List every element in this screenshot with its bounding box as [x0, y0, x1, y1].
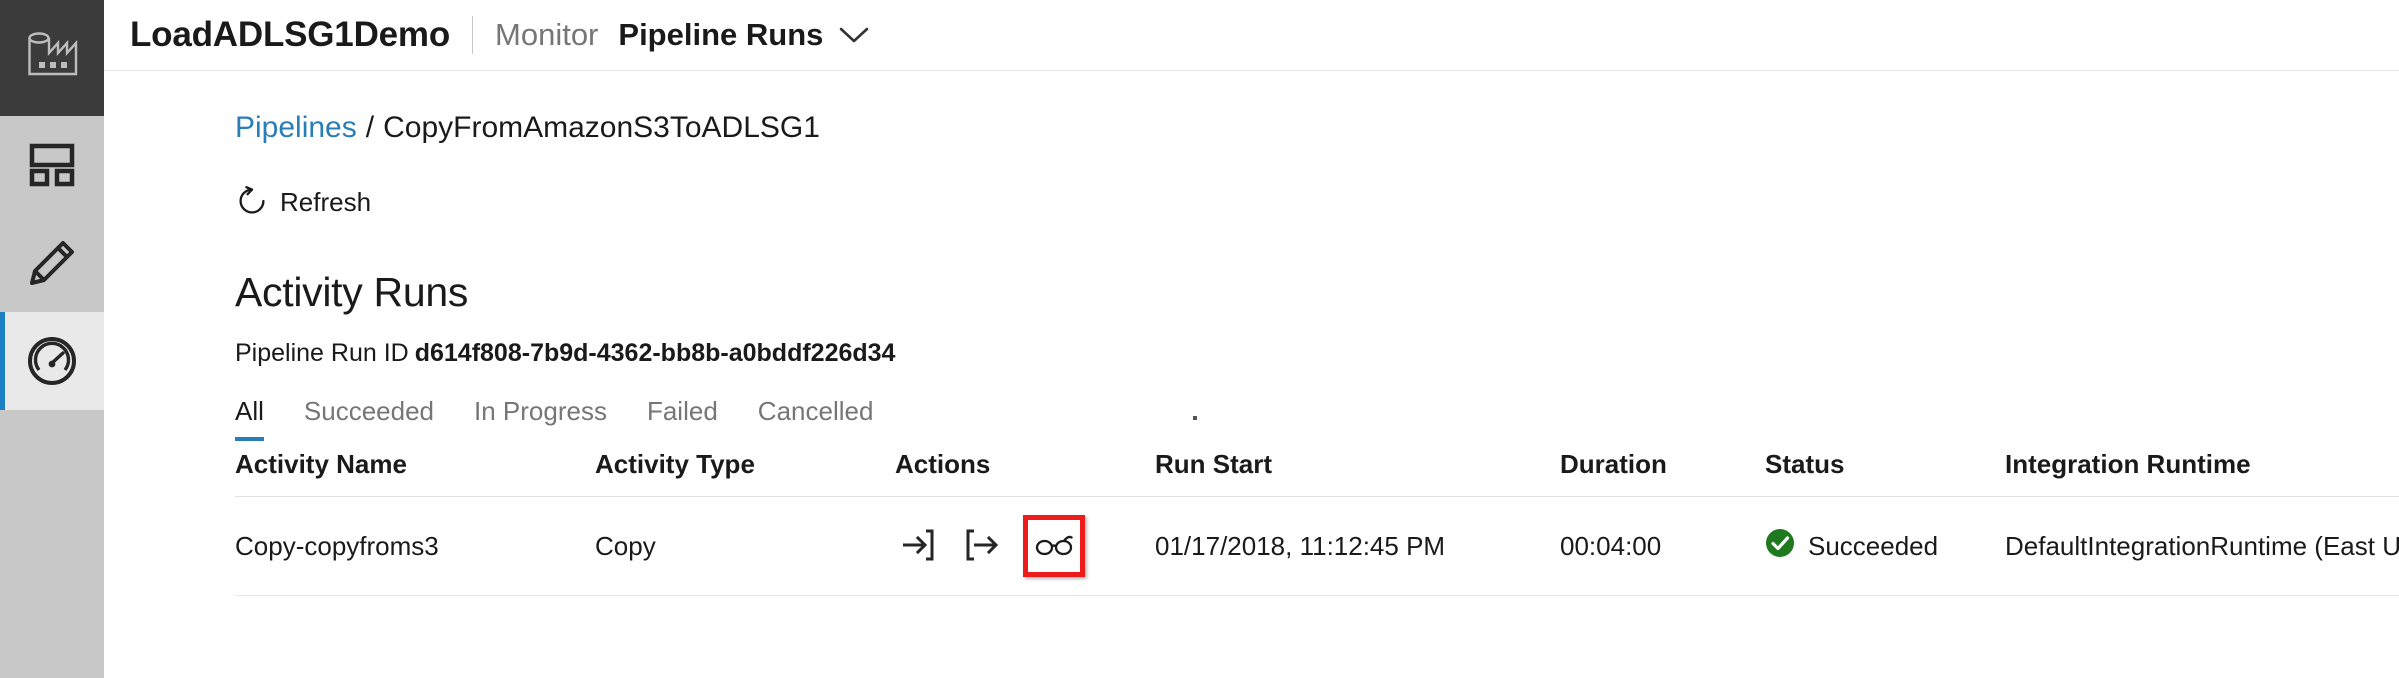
cell-status: Succeeded: [1765, 496, 2005, 596]
output-action-button[interactable]: [959, 523, 1005, 569]
refresh-button[interactable]: Refresh: [235, 182, 377, 223]
check-circle-icon: [1765, 528, 1795, 565]
column-header-run-start[interactable]: Run Start: [1155, 449, 1560, 497]
refresh-label: Refresh: [280, 187, 372, 217]
sidebar-filler: [0, 410, 104, 678]
breadcrumb-separator: /: [365, 111, 375, 144]
dashboard-icon: [27, 143, 77, 187]
toolbar: Refresh: [235, 182, 2399, 223]
sidebar-item-author[interactable]: [0, 214, 104, 312]
content-area: Pipelines / CopyFromAmazonS3ToADLSG1 Refre…: [104, 71, 2399, 678]
pencil-icon: [27, 238, 77, 288]
details-action-button[interactable]: [1023, 515, 1085, 577]
cursor-artifact: [1193, 416, 1197, 420]
table-row[interactable]: Copy-copyfroms3 Copy 01/17/2018, 11:12:4…: [235, 496, 2399, 596]
breadcrumb-current: CopyFromAmazonS3ToADLSG1: [383, 111, 820, 144]
factory-icon: [24, 30, 80, 87]
column-header-activity-name[interactable]: Activity Name: [235, 449, 595, 497]
input-action-button[interactable]: [895, 523, 941, 569]
cell-run-start: 01/17/2018, 11:12:45 PM: [1155, 496, 1560, 596]
status-label: Succeeded: [1808, 530, 1939, 561]
refresh-icon: [237, 186, 267, 219]
cell-actions: [895, 496, 1155, 596]
pipeline-run-id: Pipeline Run ID d614f808-7b9d-4362-bb8b-a…: [235, 339, 2399, 368]
output-icon: [965, 529, 999, 564]
app-root: LoadADLSG1Demo Monitor Pipeline Runs Pip…: [0, 0, 2399, 678]
table-header-row: Activity Name Activity Type Actions Run …: [235, 449, 2399, 497]
tab-in-progress[interactable]: In Progress: [474, 396, 607, 441]
cell-activity-name: Copy-copyfroms3: [235, 496, 595, 596]
pipeline-run-id-value: d614f808-7b9d-4362-bb8b-a0bddf226d34: [414, 339, 896, 367]
status-badge: Succeeded: [1765, 528, 2005, 565]
cell-duration: 00:04:00: [1560, 496, 1765, 596]
sidebar-logo: [0, 0, 104, 116]
cell-activity-type: Copy: [595, 496, 895, 596]
column-header-integration-runtime[interactable]: Integration Runtime: [2005, 449, 2399, 497]
cell-integration-runtime: DefaultIntegrationRuntime (East US 2): [2005, 496, 2399, 596]
column-header-actions[interactable]: Actions: [895, 449, 1155, 497]
actions-group: [895, 515, 1155, 577]
column-header-activity-type[interactable]: Activity Type: [595, 449, 895, 497]
section-label: Monitor: [495, 17, 599, 52]
column-header-duration[interactable]: Duration: [1560, 449, 1765, 497]
app-title: LoadADLSG1Demo: [130, 15, 451, 54]
page-title: Activity Runs: [235, 269, 469, 315]
gauge-icon: [26, 335, 78, 387]
pipeline-run-id-label: Pipeline Run ID: [235, 339, 409, 367]
tab-succeeded[interactable]: Succeeded: [304, 396, 434, 441]
tab-cancelled[interactable]: Cancelled: [758, 396, 874, 441]
breadcrumb-link-pipelines[interactable]: Pipelines: [235, 111, 357, 144]
activity-runs-table-wrapper: Activity Name Activity Type Actions Run …: [235, 449, 2399, 596]
input-icon: [901, 529, 935, 564]
activity-runs-table: Activity Name Activity Type Actions Run …: [235, 449, 2399, 596]
main-area: LoadADLSG1Demo Monitor Pipeline Runs Pip…: [104, 0, 2399, 678]
current-view-label: Pipeline Runs: [618, 17, 824, 52]
sidebar-item-overview[interactable]: [0, 116, 104, 214]
breadcrumb: Pipelines / CopyFromAmazonS3ToADLSG1: [235, 111, 2399, 145]
sidebar-nav: [0, 116, 104, 678]
glasses-icon: [1035, 534, 1073, 559]
top-bar: LoadADLSG1Demo Monitor Pipeline Runs: [104, 0, 2399, 71]
status-filter-tabs: All Succeeded In Progress Failed Cancell…: [235, 396, 2399, 441]
tab-all[interactable]: All: [235, 396, 264, 441]
chevron-down-icon[interactable]: [839, 26, 869, 44]
column-header-status[interactable]: Status: [1765, 449, 2005, 497]
tab-failed[interactable]: Failed: [647, 396, 718, 441]
title-divider: [472, 16, 474, 54]
sidebar: [0, 0, 104, 678]
sidebar-item-monitor[interactable]: [0, 312, 104, 410]
